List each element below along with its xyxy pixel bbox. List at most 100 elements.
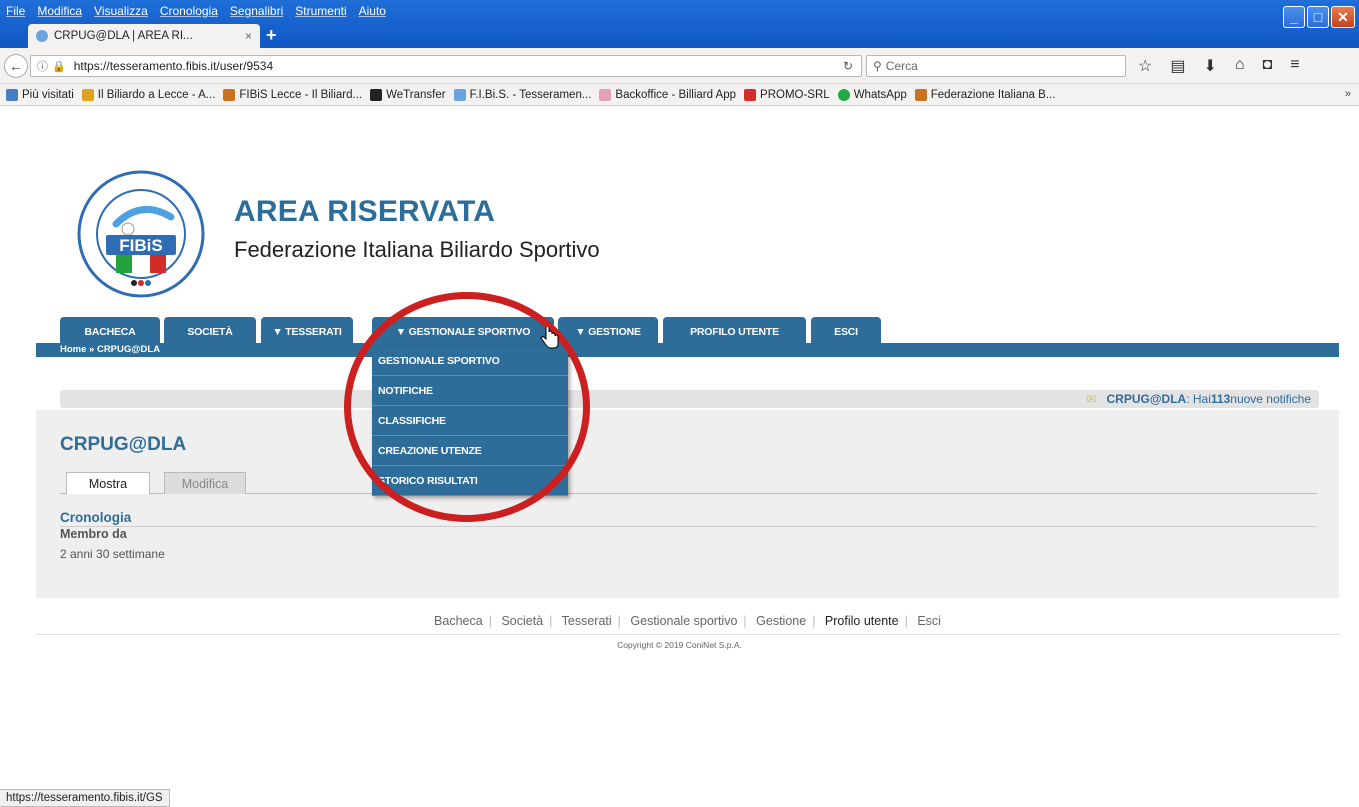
bookmark-label: F.I.Bi.S. - Tesseramen... bbox=[469, 88, 592, 101]
copyright-text: Copyright © 2019 ConiNet S.p.A. bbox=[617, 640, 742, 650]
tab-modifica[interactable]: Modifica bbox=[164, 472, 246, 494]
pocket-icon[interactable]: ◘ bbox=[1263, 56, 1273, 76]
search-input[interactable]: ⚲ Cerca bbox=[866, 55, 1126, 77]
bookmark-favicon-icon bbox=[81, 88, 94, 101]
bookmark-favicon-icon bbox=[223, 88, 236, 101]
menu-strumenti[interactable]: Strumenti bbox=[295, 4, 346, 18]
tab-close-icon[interactable]: × bbox=[245, 29, 252, 43]
bookmark-item[interactable]: WeTransfer bbox=[370, 88, 446, 101]
page-brand-title: AREA RISERVATA bbox=[234, 195, 496, 228]
notification-suffix: nuove notifiche bbox=[1230, 392, 1311, 406]
nav-tab-tesserati[interactable]: ▼ TESSERATI bbox=[261, 317, 353, 347]
bookmark-favicon-icon bbox=[837, 88, 850, 101]
bookmark-item[interactable]: Backoffice - Billiard App bbox=[599, 88, 737, 101]
profile-tabs: Mostra Modifica bbox=[60, 468, 1317, 494]
bookmark-favicon-icon bbox=[6, 88, 18, 101]
bookmarks-overflow-icon[interactable]: » bbox=[1345, 88, 1351, 100]
nav-tab-gestione[interactable]: ▼ GESTIONE bbox=[558, 317, 658, 347]
notification-user: CRPUG@DLA bbox=[1106, 392, 1187, 406]
bookmark-label: FIBiS Lecce - Il Biliard... bbox=[239, 88, 363, 101]
bookmark-label: Federazione Italiana B... bbox=[930, 88, 1056, 101]
bookmark-item[interactable]: Il Biliardo a Lecce - A... bbox=[81, 88, 216, 101]
notification-bar[interactable]: ✉ CRPUG@DLA : Hai 113 nuove notifiche bbox=[60, 390, 1319, 408]
maximize-button[interactable]: □ bbox=[1307, 6, 1329, 28]
nav-tab-gestionale-sportivo[interactable]: ▼ GESTIONALE SPORTIVO bbox=[372, 317, 554, 347]
tab-mostra[interactable]: Mostra bbox=[66, 472, 150, 494]
notification-count: 113 bbox=[1210, 392, 1231, 406]
tab-title: CRPUG@DLA | AREA RI... bbox=[54, 30, 193, 42]
bookmark-favicon-icon bbox=[744, 88, 757, 101]
breadcrumb[interactable]: Home » CRPUG@DLA bbox=[60, 344, 160, 355]
info-icon[interactable]: ⓘ bbox=[37, 58, 48, 74]
bookmark-label: Il Biliardo a Lecce - A... bbox=[97, 88, 216, 101]
bookmark-label: Più visitati bbox=[22, 88, 74, 101]
footer-link-gestionale-sportivo[interactable]: Gestionale sportivo bbox=[630, 614, 737, 628]
envelope-icon: ✉ bbox=[1086, 392, 1097, 406]
bookmarks-bar: Più visitati Il Biliardo a Lecce - A... … bbox=[0, 84, 1359, 106]
footer-link-profilo-utente[interactable]: Profilo utente bbox=[825, 614, 899, 628]
lock-icon: 🔒 bbox=[52, 60, 66, 73]
home-icon[interactable]: ⌂ bbox=[1235, 56, 1245, 76]
menu-file[interactable]: File bbox=[6, 4, 25, 18]
bookmark-star-icon[interactable]: ☆ bbox=[1138, 56, 1152, 76]
footer-link-societa[interactable]: Società bbox=[501, 614, 543, 628]
globe-icon bbox=[36, 30, 48, 42]
bookmark-item[interactable]: PROMO-SRL bbox=[744, 88, 830, 101]
member-since-value: 2 anni 30 settimane bbox=[60, 547, 165, 561]
bookmark-label: PROMO-SRL bbox=[760, 88, 830, 101]
footer-link-gestione[interactable]: Gestione bbox=[756, 614, 806, 628]
nav-tab-bacheca[interactable]: BACHECA bbox=[60, 317, 160, 347]
back-arrow-icon[interactable]: ← bbox=[4, 54, 28, 78]
divider bbox=[60, 526, 1317, 527]
minimize-button[interactable]: _ bbox=[1283, 6, 1305, 28]
bookmark-item[interactable]: FIBiS Lecce - Il Biliard... bbox=[223, 88, 363, 101]
bookmark-item[interactable]: Più visitati bbox=[6, 88, 74, 101]
page-brand-subtitle: Federazione Italiana Biliardo Sportivo bbox=[234, 237, 600, 262]
url-text: https://tesseramento.fibis.it/user/9534 bbox=[73, 59, 274, 73]
footer-divider bbox=[36, 634, 1339, 635]
status-bar: https://tesseramento.fibis.it/GS bbox=[0, 789, 170, 807]
footer-link-esci[interactable]: Esci bbox=[917, 614, 941, 628]
url-bar[interactable]: ⓘ 🔒 https://tesseramento.fibis.it/user/9… bbox=[30, 55, 862, 77]
member-since-label: Membro da bbox=[60, 527, 127, 541]
search-placeholder: Cerca bbox=[885, 59, 918, 73]
dropdown-item-storico-risultati[interactable]: STORICO RISULTATI bbox=[372, 466, 568, 496]
bookmark-item[interactable]: WhatsApp bbox=[837, 88, 907, 101]
fibis-logo: FIBiS bbox=[77, 170, 205, 298]
browser-nav-bar: ← ⓘ 🔒 https://tesseramento.fibis.it/user… bbox=[0, 48, 1359, 84]
menu-segnalibri[interactable]: Segnalibri bbox=[230, 4, 283, 18]
hamburger-menu-icon[interactable]: ≡ bbox=[1290, 56, 1299, 76]
logo-text: FIBiS bbox=[119, 236, 162, 255]
reload-icon[interactable]: ↻ bbox=[843, 59, 853, 73]
bookmark-favicon-icon bbox=[370, 88, 383, 101]
new-tab-button[interactable]: + bbox=[266, 25, 277, 46]
menu-visualizza[interactable]: Visualizza bbox=[94, 4, 148, 18]
menu-aiuto[interactable]: Aiuto bbox=[359, 4, 386, 18]
dropdown-item-notifiche[interactable]: NOTIFICHE bbox=[372, 376, 568, 406]
footer-link-tesserati[interactable]: Tesserati bbox=[562, 614, 612, 628]
browser-title-bar: File Modifica Visualizza Cronologia Segn… bbox=[0, 0, 1359, 48]
browser-tab-active[interactable]: CRPUG@DLA | AREA RI... × bbox=[28, 24, 260, 48]
dropdown-item-gestionale-sportivo[interactable]: GESTIONALE SPORTIVO bbox=[372, 346, 568, 376]
bookmark-favicon-icon bbox=[914, 88, 927, 101]
close-window-button[interactable]: ✕ bbox=[1331, 6, 1355, 28]
nav-tab-esci[interactable]: ESCI bbox=[811, 317, 881, 347]
profile-content: CRPUG@DLA Mostra Modifica Cronologia Mem… bbox=[36, 410, 1339, 598]
browser-menu-bar: File Modifica Visualizza Cronologia Segn… bbox=[0, 0, 398, 22]
bookmark-label: Backoffice - Billiard App bbox=[615, 88, 737, 101]
bookmark-item[interactable]: Federazione Italiana B... bbox=[914, 88, 1056, 101]
notification-prefix: : Hai bbox=[1186, 392, 1211, 406]
footer-links: Bacheca | Società | Tesserati | Gestionale … bbox=[434, 614, 941, 628]
menu-cronologia[interactable]: Cronologia bbox=[160, 4, 218, 18]
footer-link-bacheca[interactable]: Bacheca bbox=[434, 614, 483, 628]
page: FIBiS AREA RISERVATA Federazione Italian… bbox=[36, 107, 1339, 635]
menu-modifica[interactable]: Modifica bbox=[37, 4, 82, 18]
dropdown-item-classifiche[interactable]: CLASSIFICHE bbox=[372, 406, 568, 436]
download-icon[interactable]: ⬇ bbox=[1203, 56, 1216, 76]
nav-tab-profilo-utente[interactable]: PROFILO UTENTE bbox=[663, 317, 806, 347]
window-controls: _ □ ✕ bbox=[1283, 6, 1355, 28]
dropdown-item-creazione-utenze[interactable]: CREAZIONE UTENZE bbox=[372, 436, 568, 466]
reading-list-icon[interactable]: ▤ bbox=[1170, 56, 1185, 76]
bookmark-item[interactable]: F.I.Bi.S. - Tesseramen... bbox=[453, 88, 592, 101]
nav-tab-societa[interactable]: SOCIETÀ bbox=[164, 317, 256, 347]
